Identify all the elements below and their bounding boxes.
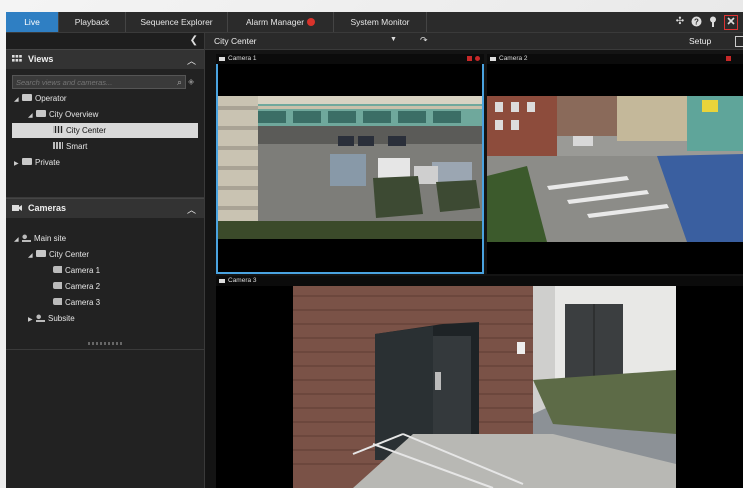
camera-tile-header: Camera 2 <box>487 54 743 64</box>
tab-sequence-explorer-label: Sequence Explorer <box>140 17 213 27</box>
close-icon[interactable] <box>724 15 738 30</box>
tree-item-main-site[interactable]: ◢ Main site <box>14 231 66 246</box>
tab-system-monitor-label: System Monitor <box>350 17 410 27</box>
fullscreen-icon[interactable] <box>735 36 743 47</box>
tab-live-label: Live <box>24 17 40 27</box>
tree-item-camera-1[interactable]: Camera 1 <box>53 263 100 278</box>
search-input[interactable] <box>13 76 166 88</box>
camera-tile-2[interactable]: Camera 2 <box>487 54 743 274</box>
views-pane-header[interactable]: Views ︿ <box>6 49 204 69</box>
setup-button[interactable]: Setup <box>689 36 711 46</box>
tree-item-label: City Overview <box>49 110 99 119</box>
view-toolbar: City Center ▼ ↷ Setup <box>205 33 743 50</box>
view-selector[interactable]: City Center <box>214 36 257 46</box>
search-box: ⌕ <box>12 75 186 89</box>
tree-item-city-overview[interactable]: ◢ City Overview <box>28 107 98 122</box>
tree-item-label: City Center <box>49 250 90 259</box>
panel-collapse-row: ❮ <box>6 33 204 49</box>
tab-live[interactable]: Live <box>6 12 59 32</box>
camera-tile-3[interactable]: Camera 3 <box>216 276 743 488</box>
tree-item-label: Subsite <box>48 314 75 323</box>
camera-tile-1[interactable]: Camera 1 <box>216 54 484 274</box>
undo-icon[interactable]: ↷ <box>420 35 428 46</box>
tree-item-subsite[interactable]: ▶ Subsite <box>28 311 75 326</box>
expand-arrow-icon[interactable]: ◢ <box>28 249 36 264</box>
tree-item-label: Camera 2 <box>65 282 101 291</box>
tab-playback[interactable]: Playback <box>59 12 126 32</box>
expand-arrow-icon[interactable]: ▶ <box>14 157 22 172</box>
camera-tile-header: Camera 3 <box>216 276 743 286</box>
site-icon <box>36 313 45 322</box>
recording-icon <box>467 56 472 61</box>
tree-item-camera-3[interactable]: Camera 3 <box>53 295 100 310</box>
alarm-badge-icon <box>307 17 316 26</box>
views-grid-icon <box>12 55 22 62</box>
camera-tile-header: Camera 1 <box>216 54 484 64</box>
tab-alarm-manager[interactable]: Alarm Manager <box>228 12 334 32</box>
camera-icon <box>53 298 62 306</box>
camera-icon <box>53 282 62 290</box>
tree-item-operator[interactable]: ◢ Operator <box>14 91 67 106</box>
view-layout-icon <box>53 126 63 134</box>
camera-icon <box>219 57 225 61</box>
pane-resize-handle[interactable] <box>88 342 124 345</box>
pane-divider <box>6 349 204 350</box>
view-layout-icon <box>53 142 63 150</box>
chevron-up-icon[interactable]: ︿ <box>187 54 196 67</box>
tree-item-label: Private <box>35 158 60 167</box>
tree-item-private[interactable]: ▶ Private <box>14 155 60 170</box>
expand-arrow-icon[interactable]: ◢ <box>28 109 36 124</box>
camera-icon <box>490 57 496 61</box>
camera-tile-label: Camera 2 <box>499 55 528 62</box>
cameras-title: Cameras <box>28 203 67 213</box>
key-icon[interactable] <box>707 16 719 28</box>
svg-text:?: ? <box>694 17 699 26</box>
xprotect-smart-client: Live Playback Sequence Explorer Alarm Ma… <box>6 12 743 488</box>
cameras-pane-header[interactable]: Cameras ︿ <box>6 198 204 218</box>
tree-item-camera-2[interactable]: Camera 2 <box>53 279 100 294</box>
camera-2-video-feed <box>487 96 743 242</box>
chevron-down-icon[interactable]: ▼ <box>390 36 397 43</box>
tab-sequence-explorer[interactable]: Sequence Explorer <box>126 12 228 32</box>
camera-3-video-feed <box>293 284 676 488</box>
search-options-icon[interactable]: ◈ <box>188 77 194 86</box>
tree-item-label: Camera 3 <box>65 298 101 307</box>
camera-icon <box>219 279 225 283</box>
folder-icon <box>36 110 46 118</box>
pin-icon[interactable]: ✣ <box>674 16 686 28</box>
live-indicator-icon <box>475 56 480 61</box>
folder-icon <box>22 94 32 102</box>
collapse-panel-icon[interactable]: ❮ <box>190 35 198 46</box>
expand-arrow-icon[interactable]: ◢ <box>14 93 22 108</box>
chevron-up-icon[interactable]: ︿ <box>187 203 196 216</box>
tree-item-city-center-folder[interactable]: ◢ City Center <box>28 247 89 262</box>
views-title: Views <box>28 54 54 64</box>
tree-item-smart-view[interactable]: Smart <box>53 139 87 154</box>
folder-icon <box>22 158 32 166</box>
expand-arrow-icon[interactable]: ◢ <box>14 233 22 248</box>
tab-system-monitor[interactable]: System Monitor <box>334 12 427 32</box>
left-panel: ❮ Views ︿ ⌕ ◈ ◢ Operator ◢ City Overview C… <box>6 33 205 488</box>
camera-tile-label: Camera 3 <box>228 277 257 284</box>
camera-icon <box>53 266 62 274</box>
folder-icon <box>36 250 46 258</box>
camera-tile-label: Camera 1 <box>228 55 257 62</box>
expand-arrow-icon[interactable]: ▶ <box>28 313 36 328</box>
tree-item-city-center-view[interactable]: City Center <box>12 123 198 138</box>
tab-playback-label: Playback <box>74 17 110 27</box>
recording-icon <box>726 56 731 61</box>
tab-alarm-manager-label: Alarm Manager <box>245 17 305 27</box>
tree-item-label: Operator <box>35 94 67 103</box>
tree-item-label: Main site <box>34 234 67 243</box>
site-icon <box>22 233 31 242</box>
tree-item-label: Camera 1 <box>65 266 101 275</box>
search-icon[interactable]: ⌕ <box>177 76 182 88</box>
help-icon[interactable]: ? <box>690 16 702 28</box>
camera-header-icon <box>12 205 22 211</box>
main-tab-bar: Live Playback Sequence Explorer Alarm Ma… <box>6 12 743 33</box>
camera-1-video-feed <box>218 96 482 239</box>
tree-item-label: Smart <box>66 142 88 151</box>
tree-item-label: City Center <box>66 126 107 135</box>
